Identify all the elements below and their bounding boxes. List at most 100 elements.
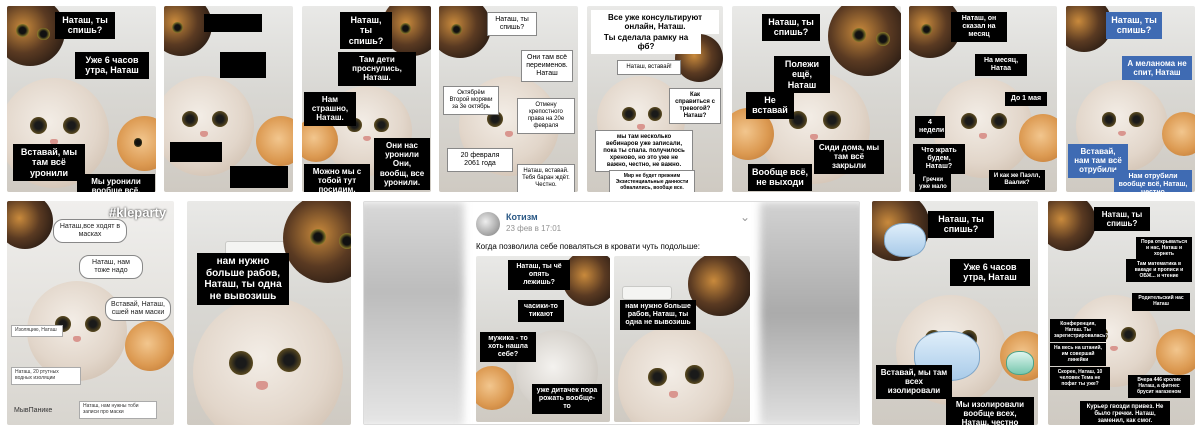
meme-caption: Наташ, вставай! — [617, 60, 681, 75]
meme-caption: Они там всё переименов. Наташ — [521, 50, 573, 83]
meme-caption: Наташ, вставай. Тебя баран ждёт. Честно. — [517, 164, 575, 192]
meme-caption: уже дитачек пора рожать вообще-то — [532, 384, 602, 415]
meme-caption: нам нужно больше рабов, Наташ, ты одна н… — [197, 253, 289, 305]
meme-caption: На весь на штаний, им совершай линейки — [1050, 343, 1106, 367]
meme-thumbnail[interactable]: Наташ, ты спишь? Пора открываться и нас,… — [1048, 201, 1195, 425]
meme-thumbnail[interactable]: Наташ, он сказал на месяц На месяц, Ната… — [909, 6, 1057, 192]
meme-caption: часики-то тикают — [518, 300, 564, 323]
air-conditioner-image — [622, 286, 672, 300]
meme-caption: Они нас уронили Они, вообщ, все уронили. — [374, 138, 430, 190]
meme-caption: Наташ, ты спишь? — [928, 211, 994, 238]
watermark-text: #kleparty — [109, 205, 167, 220]
meme-thumbnail[interactable]: Наташ, ты спишь? А меланома не спит, Нат… — [1066, 6, 1195, 192]
social-post-thumbnail[interactable]: Котизм 23 фев в 17:01 ⌄ Когда позволила … — [363, 201, 860, 425]
meme-caption: Наташ, ты спишь? — [55, 12, 115, 39]
meme-caption: 4 недели — [915, 116, 945, 139]
redacted-caption — [220, 52, 266, 78]
cat-image — [117, 116, 156, 171]
meme-caption: мужика - то хоть нашла себе? — [480, 332, 536, 363]
speech-bubble: Наташ,все ходят в масках — [53, 219, 127, 244]
redacted-caption — [170, 142, 222, 162]
blurred-image — [364, 202, 464, 424]
avatar[interactable] — [476, 212, 500, 236]
meme-caption: Там дети проснулись, Наташ. — [338, 52, 416, 86]
meme-caption: И как же Паэлл, Ваалик? — [989, 170, 1045, 190]
cat-image — [618, 326, 734, 422]
meme-thumbnail[interactable]: Наташ, ты спишь? Там дети проснулись, На… — [302, 6, 431, 192]
sticker-note: МывПанике — [14, 407, 53, 414]
cat-image — [193, 297, 343, 425]
meme-image[interactable]: Наташ, ты чё опять лежишь? часики-то тик… — [476, 256, 610, 422]
meme-caption: Вообще всё, не выходи — [748, 164, 812, 191]
meme-caption: нам нужно больше рабов, Наташ, ты одна н… — [620, 300, 696, 331]
meme-caption: Ты сделала рамку на фб? — [591, 30, 701, 55]
meme-caption: Наташ, ты чё опять лежишь? — [508, 260, 570, 291]
meme-caption: Скорее, Наташ, 10 человек Тема не пофат … — [1050, 367, 1110, 391]
meme-caption: Курьер гвозди привез. Не было гречки. На… — [1080, 401, 1170, 425]
chevron-down-icon[interactable]: ⌄ — [740, 210, 750, 224]
meme-caption: Вставай, мы там всех изолировали — [876, 365, 952, 399]
cat-image — [476, 366, 514, 410]
meme-caption: А меланома не спит, Наташ — [1122, 56, 1192, 81]
meme-caption: Нам отрубили вообще всё, Наташ, честно — [1114, 170, 1192, 192]
meme-caption: Не вставай — [746, 92, 794, 119]
meme-caption: Что жрать будем, Наташ? — [913, 144, 965, 175]
speech-bubble: Наташ, нам тоже надо — [79, 255, 143, 280]
meme-thumbnail[interactable]: Наташ, ты спишь? Уже 6 часов утра, Наташ… — [7, 6, 156, 192]
meme-caption: На месяц, Натаа — [975, 54, 1027, 77]
speech-bubble: Вставай, Наташ, сшей нам маски — [105, 297, 171, 322]
sticker-note: Наташ, 20 ртутных водных изоляции — [11, 367, 81, 385]
meme-caption: Вставай, мы там всё уронили — [13, 144, 85, 182]
meme-caption: Сиди дома, мы там всё закрыли — [814, 140, 884, 174]
meme-caption: Наташ, ты спишь? — [1094, 207, 1150, 232]
sticker-note: Наташ, нам нужны тоби записи про маски — [79, 401, 157, 419]
cat-image — [7, 201, 53, 249]
meme-thumbnail[interactable]: Наташ, ты спишь? Они там всё переименов.… — [439, 6, 578, 192]
meme-thumbnail[interactable]: Наташ, ты спишь? Полежи ещё, Наташ Не вс… — [732, 6, 901, 192]
cat-image — [256, 116, 293, 166]
meme-thumbnail[interactable]: нам нужно больше рабов, Наташ, ты одна н… — [187, 201, 351, 425]
meme-caption: Уже 6 часов утра, Наташ — [75, 52, 149, 79]
meme-image[interactable]: нам нужно больше рабов, Наташ, ты одна н… — [614, 256, 750, 422]
meme-caption: Наташ, ты спишь? — [487, 12, 537, 37]
sticker-note: Изоляцию, Наташ — [11, 325, 63, 337]
meme-caption: Наташ, он сказал на месяц — [951, 12, 1007, 43]
meme-caption: Пора открываться и нас, Наташ и хорнеть — [1136, 237, 1192, 261]
cat-image — [439, 6, 491, 58]
meme-thumbnail[interactable]: Все уже консультируют онлайн, Наташ. Ты … — [587, 6, 723, 192]
post-date[interactable]: 23 фев в 17:01 — [506, 224, 561, 233]
meme-thumbnail[interactable]: Наташ, ты спишь? Уже 6 часов утра, Наташ… — [872, 201, 1038, 425]
post-author[interactable]: Котизм — [506, 212, 538, 222]
cat-image — [1048, 201, 1096, 251]
meme-caption: Полежи ещё, Наташ — [774, 56, 830, 94]
meme-caption: Вчера 446 кролик Наташ, а фитнес брусит … — [1128, 375, 1190, 399]
face-mask-image — [884, 223, 926, 257]
meme-thumbnail[interactable] — [164, 6, 293, 192]
blurred-image — [760, 202, 859, 424]
meme-caption: Мы уронили вообще всё, Наташ, честно — [77, 174, 155, 192]
meme-caption: 20 февраля 2061 года — [447, 148, 513, 173]
cat-image — [828, 6, 901, 76]
meme-caption: Можно мы с тобой тут посидим, Наташ. — [304, 164, 370, 192]
image-results-row-2: #kleparty Наташ,все ходят в масках Наташ… — [0, 195, 1200, 430]
cat-image — [688, 256, 750, 316]
meme-caption: мы там несколько вебинаров уже записали,… — [595, 130, 693, 173]
meme-caption: Нам страшно, Наташ. — [304, 92, 356, 126]
meme-caption: Мир не будет прежним Экзистенциальные да… — [609, 170, 695, 192]
meme-caption: Там математика в вакаде и прописи и ОБЖ.… — [1126, 259, 1192, 283]
redacted-caption — [204, 14, 262, 32]
meme-caption: До 1 мая — [1005, 92, 1047, 107]
meme-caption: Октябрём Второй морями за 3е октябрь — [443, 86, 499, 115]
meme-caption: Как справиться с тревогой? Наташ? — [669, 88, 721, 124]
redacted-caption — [230, 166, 288, 188]
cat-image — [1162, 112, 1195, 156]
meme-caption: Конференция, Наташ. Ты зарегистрировалас… — [1050, 319, 1108, 343]
meme-caption: Наташ, ты спишь? — [1106, 12, 1162, 39]
meme-thumbnail[interactable]: #kleparty Наташ,все ходят в масках Наташ… — [7, 201, 174, 425]
post-text: Когда позволила себе поваляться в кроват… — [476, 242, 700, 251]
meme-caption: Гречки уже мало — [915, 174, 951, 192]
meme-caption: Отмену крепостного права на 20е февраля — [517, 98, 575, 134]
image-results-row-1: Наташ, ты спишь? Уже 6 часов утра, Наташ… — [0, 0, 1200, 195]
cat-image — [1156, 329, 1195, 375]
cat-image — [283, 201, 351, 283]
